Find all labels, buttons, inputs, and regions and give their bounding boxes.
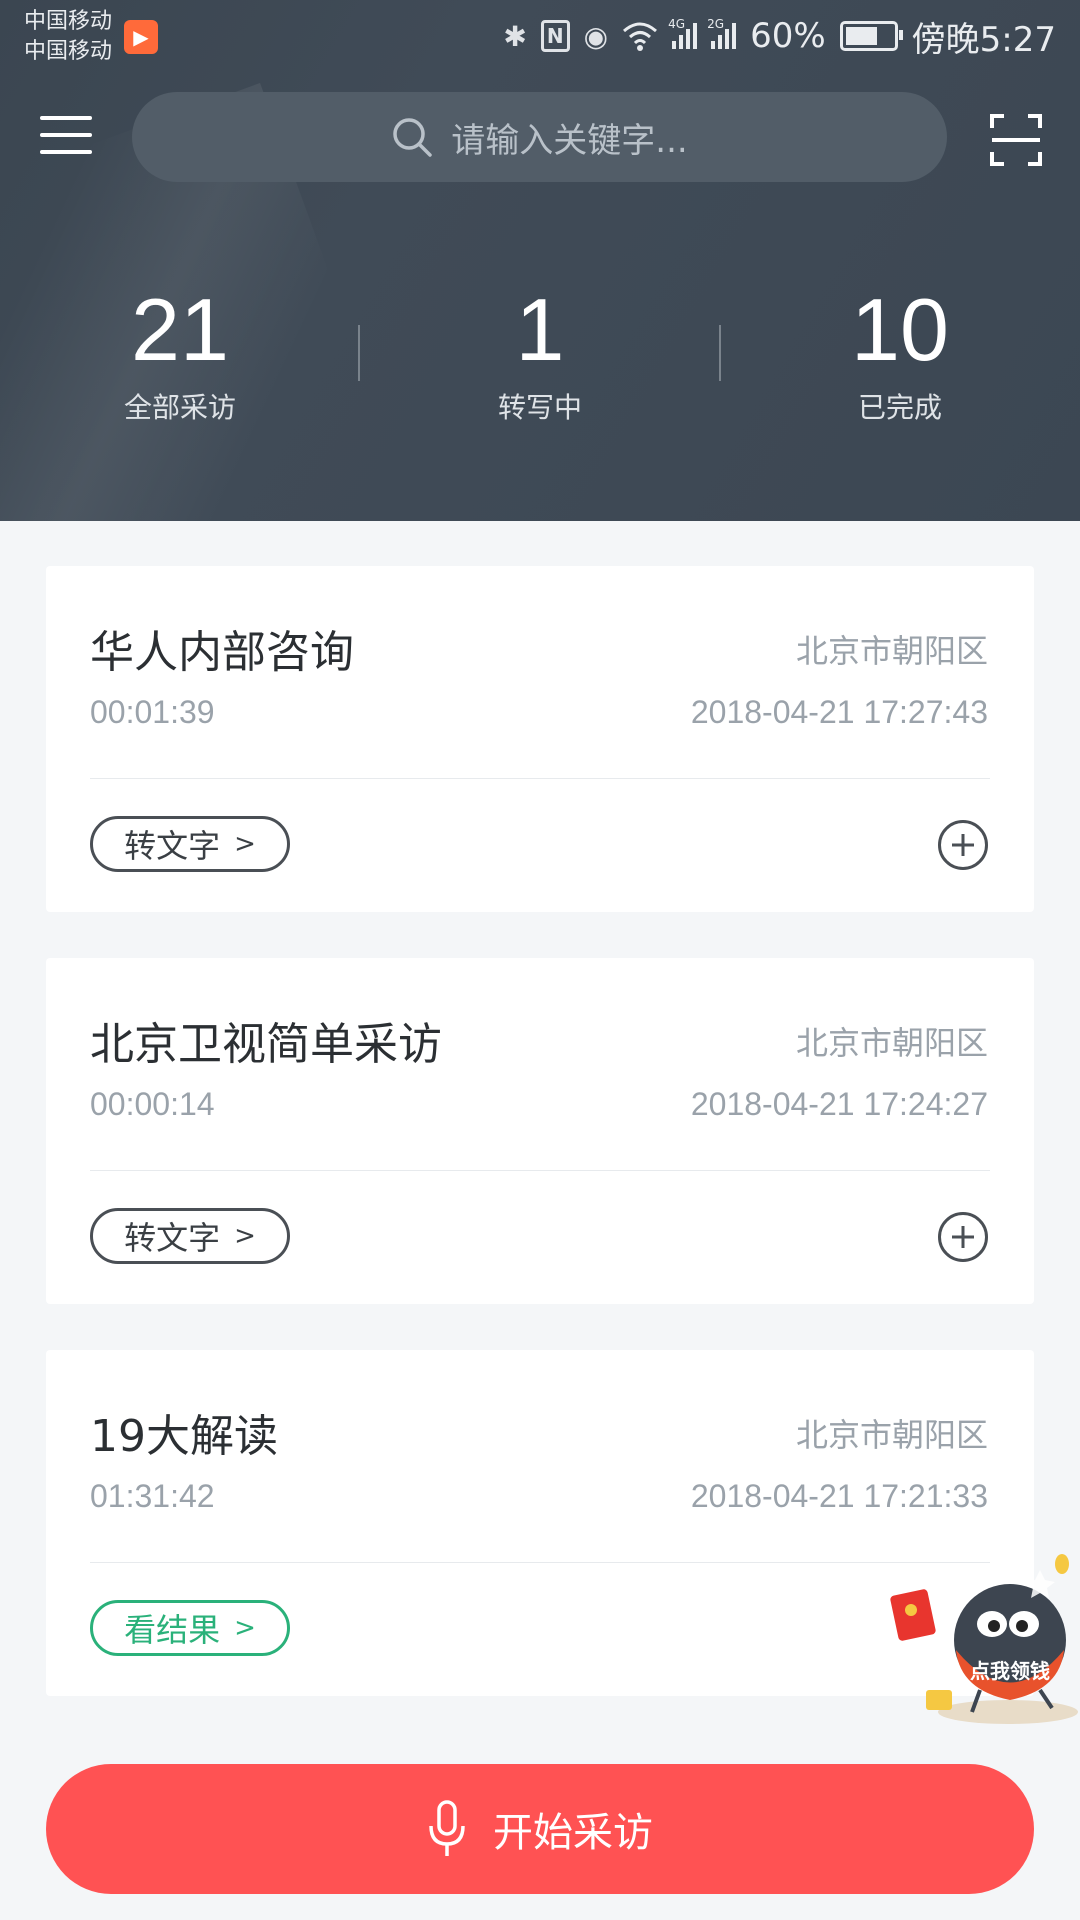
mascot-icon: 点我领钱 [890,1554,1078,1724]
signal-4g-icon: 4G [668,17,698,49]
stat-value: 10 [851,280,949,379]
card-divider [90,778,990,779]
mascot-reward-button[interactable]: 点我领钱 [890,1550,1080,1730]
mascot-text: 点我领钱 [970,1659,1050,1683]
carrier-1: 中国移动 [24,9,113,34]
interview-card[interactable]: 华人内部咨询 北京市朝阳区 00:01:39 2018-04-21 17:27:… [46,566,1034,912]
bluetooth-icon: ✱ [503,19,527,53]
stats-row: 21 全部采访 1 转写中 10 已完成 [0,280,1080,450]
card-divider [90,1562,990,1563]
search-placeholder: 请输入关键字... [451,120,688,161]
stat-value: 21 [131,280,229,379]
transcribe-label: 转文字 [124,1219,221,1257]
microphone-icon [429,1800,465,1856]
search-icon [393,118,433,157]
more-button[interactable] [938,820,988,870]
interview-location: 北京市朝阳区 [795,632,988,670]
chevron-right-icon: > [234,1221,256,1251]
battery-percent: 60% [750,16,826,56]
transcribe-label: 转文字 [124,827,221,865]
video-app-icon: ▶ [124,20,158,54]
chevron-right-icon: > [234,829,256,859]
interview-datetime: 2018-04-21 17:24:27 [690,1086,988,1122]
interview-location: 北京市朝阳区 [795,1416,988,1454]
menu-icon [40,116,92,120]
interview-duration: 00:01:39 [90,694,215,730]
transcribe-button[interactable]: 转文字 > [90,1208,290,1264]
menu-button[interactable] [40,116,92,156]
eye-icon: ◉ [583,19,609,53]
nfc-icon: N [540,20,570,52]
interview-datetime: 2018-04-21 17:27:43 [690,694,988,730]
stat-completed[interactable]: 10 已完成 [720,280,1080,426]
top-bar: 请输入关键字... [0,72,1080,202]
interview-duration: 00:00:14 [90,1086,215,1122]
signal-2g-icon: 2G [707,17,737,49]
stat-label: 已完成 [857,391,942,424]
interview-duration: 01:31:42 [90,1478,215,1514]
interview-card[interactable]: 19大解读 北京市朝阳区 01:31:42 2018-04-21 17:21:3… [46,1350,1034,1696]
stat-label: 全部采访 [123,391,236,424]
transcribe-button[interactable]: 转文字 > [90,816,290,872]
stat-value: 1 [515,280,565,379]
header: 中国移动 中国移动 ▶ ✱ N ◉ 4G 2G 60% 傍晚5:27 请输入关键… [0,0,1080,521]
scan-icon[interactable] [988,112,1044,168]
interview-title: 北京卫视简单采访 [90,1019,442,1070]
battery-icon [839,21,903,51]
wifi-icon [623,22,658,51]
start-interview-label: 开始采访 [493,1810,653,1856]
more-button[interactable] [938,1212,988,1262]
plus-icon [952,834,974,856]
interview-card[interactable]: 北京卫视简单采访 北京市朝阳区 00:00:14 2018-04-21 17:2… [46,958,1034,1304]
interview-title: 华人内部咨询 [90,627,354,678]
interview-location: 北京市朝阳区 [795,1024,988,1062]
interview-datetime: 2018-04-21 17:21:33 [690,1478,988,1514]
stat-transcribing[interactable]: 1 转写中 [360,280,720,426]
carrier-info: 中国移动 中国移动 [24,8,112,66]
view-result-button[interactable]: 看结果 > [90,1600,290,1656]
stat-all-interviews[interactable]: 21 全部采访 [0,280,360,426]
search-input[interactable]: 请输入关键字... [132,92,947,182]
carrier-2: 中国移动 [24,39,113,64]
clock: 傍晚5:27 [911,19,1056,60]
interview-title: 19大解读 [90,1411,278,1462]
card-divider [90,1170,990,1171]
stat-label: 转写中 [497,391,582,424]
view-result-label: 看结果 [124,1611,221,1649]
chevron-right-icon: > [234,1613,256,1643]
plus-icon [952,1226,974,1248]
status-bar: 中国移动 中国移动 ▶ ✱ N ◉ 4G 2G 60% 傍晚5:27 [0,0,1080,72]
start-interview-button[interactable]: 开始采访 [46,1764,1034,1894]
status-icons: ✱ N ◉ 4G 2G 60% 傍晚5:27 [503,14,1056,60]
bottom-bar: 开始采访 [0,1740,1080,1920]
